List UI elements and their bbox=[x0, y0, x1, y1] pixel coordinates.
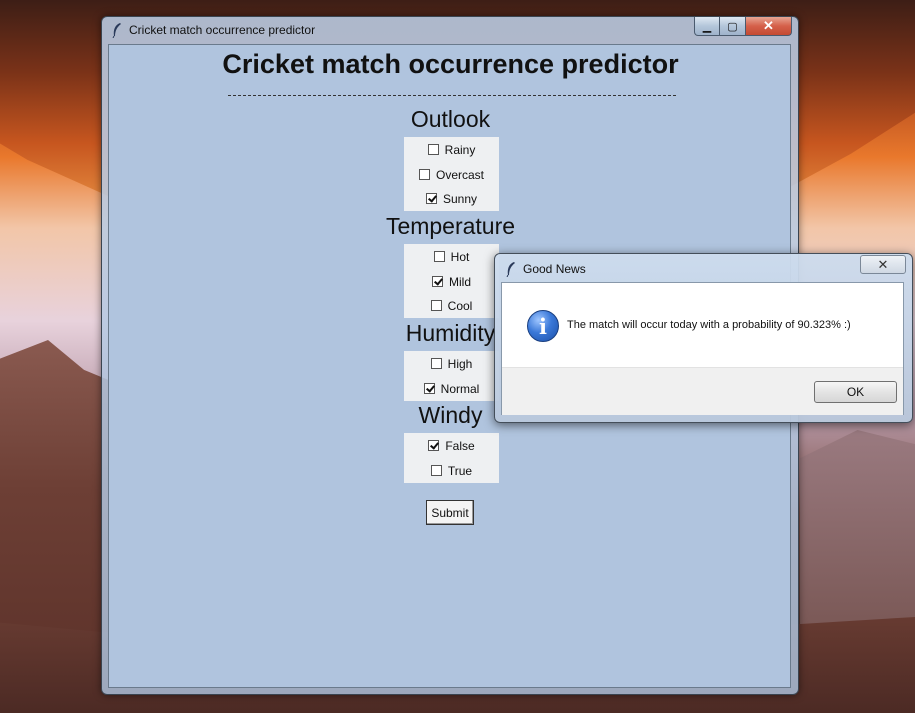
separator-line bbox=[228, 95, 676, 96]
option-label: Mild bbox=[448, 274, 471, 289]
temperature-cool-option[interactable]: Cool bbox=[404, 293, 499, 318]
good-news-dialog: Good News ✕ i The match will occur today… bbox=[494, 253, 913, 423]
option-label: Sunny bbox=[442, 191, 478, 206]
checkbox[interactable] bbox=[433, 251, 445, 262]
checkbox[interactable] bbox=[418, 169, 430, 180]
option-label: Rainy bbox=[444, 142, 476, 157]
info-icon: i bbox=[527, 310, 559, 342]
temperature-options: Hot Mild Cool bbox=[404, 244, 499, 318]
outlook-rainy-option[interactable]: Rainy bbox=[404, 137, 499, 162]
option-label: False bbox=[445, 438, 475, 453]
window-title: Cricket match occurrence predictor bbox=[129, 23, 316, 37]
checkbox[interactable] bbox=[430, 358, 442, 369]
dialog-body: i The match will occur today with a prob… bbox=[501, 282, 904, 415]
maximize-icon: ▢ bbox=[727, 20, 738, 33]
checkbox-checked[interactable] bbox=[431, 276, 443, 287]
dialog-title: Good News bbox=[523, 262, 586, 276]
checkbox[interactable] bbox=[427, 144, 439, 155]
close-icon: ✕ bbox=[763, 18, 774, 33]
submit-button[interactable]: Submit bbox=[426, 500, 474, 525]
humidity-options: High Normal bbox=[404, 351, 499, 401]
outlook-heading: Outlook bbox=[410, 106, 491, 132]
option-label: Hot bbox=[450, 249, 470, 264]
humidity-high-option[interactable]: High bbox=[404, 351, 499, 376]
checkbox[interactable] bbox=[430, 465, 442, 476]
temperature-heading: Temperature bbox=[385, 213, 516, 239]
outlook-overcast-option[interactable]: Overcast bbox=[404, 162, 499, 187]
outlook-options: Rainy Overcast Sunny bbox=[404, 137, 499, 211]
windy-false-option[interactable]: False bbox=[404, 433, 499, 458]
checkbox-checked[interactable] bbox=[425, 193, 437, 204]
option-label: Normal bbox=[440, 381, 480, 396]
minimize-button[interactable]: ▁ bbox=[694, 17, 720, 36]
window-controls: ▁ ▢ ✕ bbox=[694, 17, 792, 36]
option-label: Overcast bbox=[435, 167, 484, 182]
feather-icon bbox=[506, 262, 515, 277]
minimize-icon: ▁ bbox=[702, 20, 712, 33]
dialog-message-area: i The match will occur today with a prob… bbox=[502, 283, 903, 367]
windy-options: False True bbox=[404, 433, 499, 483]
option-label: Cool bbox=[447, 298, 473, 313]
option-label: True bbox=[447, 463, 473, 478]
dialog-close-button[interactable]: ✕ bbox=[860, 255, 906, 274]
humidity-normal-option[interactable]: Normal bbox=[404, 376, 499, 401]
feather-icon bbox=[112, 23, 121, 38]
ok-button[interactable]: OK bbox=[814, 381, 897, 403]
checkbox-checked[interactable] bbox=[423, 383, 435, 394]
checkbox[interactable] bbox=[430, 300, 442, 311]
option-label: High bbox=[447, 356, 473, 371]
temperature-hot-option[interactable]: Hot bbox=[404, 244, 499, 269]
page-title: Cricket match occurrence predictor bbox=[222, 49, 679, 79]
windy-true-option[interactable]: True bbox=[404, 458, 499, 483]
close-icon: ✕ bbox=[877, 256, 889, 272]
close-button[interactable]: ✕ bbox=[746, 17, 792, 36]
outlook-sunny-option[interactable]: Sunny bbox=[404, 186, 499, 211]
maximize-button[interactable]: ▢ bbox=[720, 17, 746, 36]
temperature-mild-option[interactable]: Mild bbox=[404, 269, 499, 294]
title-bar[interactable]: Cricket match occurrence predictor ▁ ▢ ✕ bbox=[102, 17, 798, 43]
dialog-message: The match will occur today with a probab… bbox=[567, 319, 851, 331]
dialog-footer: OK bbox=[502, 367, 903, 415]
checkbox-checked[interactable] bbox=[428, 440, 440, 451]
